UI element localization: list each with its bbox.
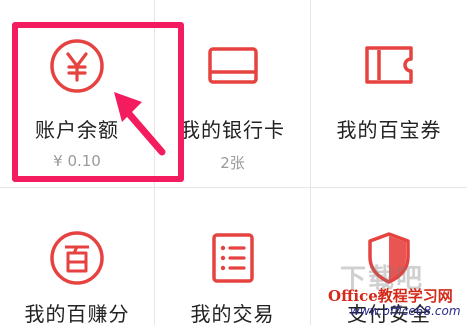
coupon-ticket-icon bbox=[365, 46, 413, 84]
watermark-brand: Office教程学习网 bbox=[328, 287, 453, 305]
watermark-url: www.office68.com bbox=[350, 304, 461, 318]
pointer-arrow bbox=[114, 92, 166, 156]
transaction-list-icon bbox=[211, 233, 254, 283]
bai-circle-icon bbox=[50, 231, 104, 285]
points-label: 我的百赚分 bbox=[24, 302, 130, 326]
coupon-label: 我的百宝券 bbox=[336, 118, 442, 142]
grid-item-coupon[interactable]: 我的百宝券 bbox=[311, 0, 467, 188]
grid-item-transactions[interactable]: 我的交易 bbox=[155, 188, 311, 326]
transactions-label: 我的交易 bbox=[190, 302, 275, 326]
grid-item-points[interactable]: 我的百赚分 bbox=[0, 188, 155, 326]
bank-card-icon bbox=[207, 47, 258, 84]
